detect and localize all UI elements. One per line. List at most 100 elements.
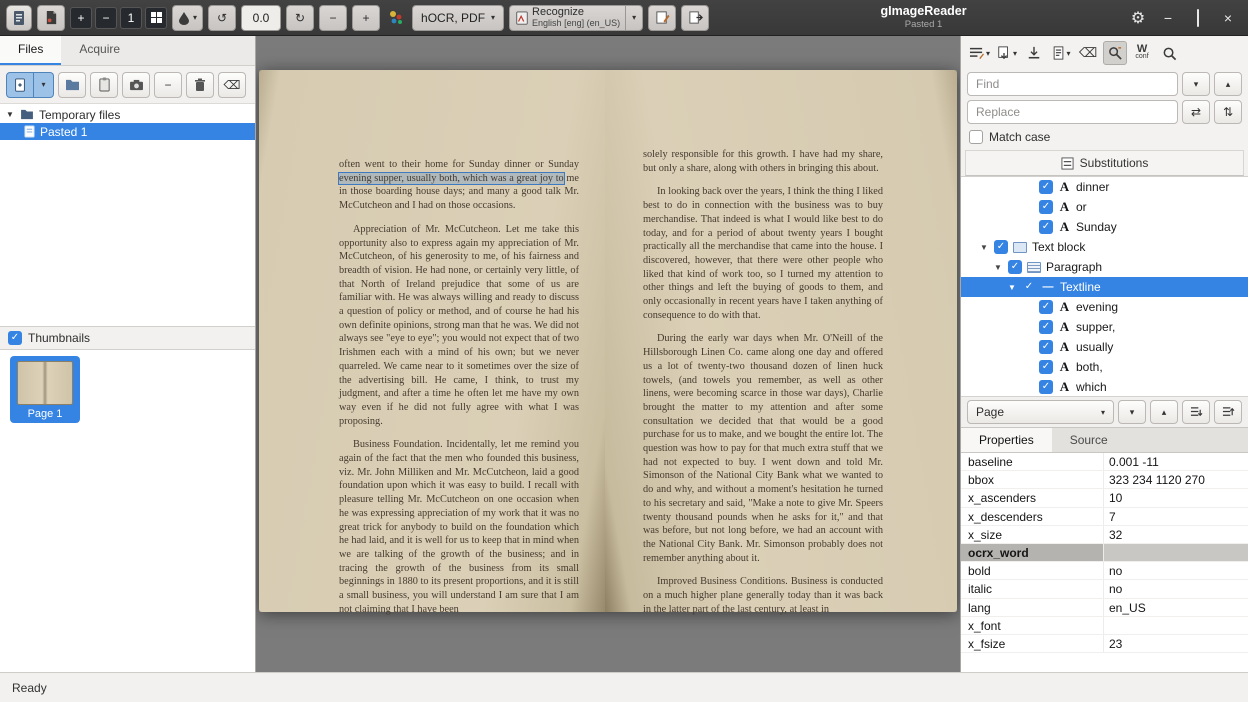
previous-item-button[interactable]: ▴ <box>1150 400 1178 424</box>
ocr-word-item[interactable]: ✓A Sunday <box>961 217 1248 237</box>
settings-gear-button[interactable]: ⚙ <box>1130 8 1146 28</box>
checkbox[interactable]: ✓ <box>1022 280 1036 294</box>
checkbox[interactable]: ✓ <box>1039 320 1053 334</box>
remove-page-button[interactable]: − <box>95 7 117 29</box>
checkbox[interactable]: ✓ <box>1039 220 1053 234</box>
show-confidence-button[interactable]: W conf <box>1130 41 1154 65</box>
paste-button[interactable] <box>90 72 118 98</box>
find-input[interactable] <box>967 72 1178 96</box>
open-output-button[interactable]: ▾ <box>1049 41 1073 65</box>
ocr-word-item[interactable]: ✓A which <box>961 377 1248 396</box>
maximize-button[interactable] <box>1190 10 1206 26</box>
match-case-checkbox[interactable] <box>969 130 983 144</box>
add-images-dropdown-button[interactable]: ▾ <box>34 72 54 98</box>
recognize-dropdown-button[interactable]: ▾ <box>625 5 643 31</box>
rotate-right-button[interactable]: ↻ <box>286 5 314 31</box>
expand-all-button[interactable] <box>1182 400 1210 424</box>
tab-source[interactable]: Source <box>1052 428 1126 452</box>
find-next-button[interactable]: ▾ <box>1182 72 1210 96</box>
recognize-button[interactable]: Recognize English [eng] (en_US) <box>509 5 625 31</box>
page-combo[interactable]: Page ▾ <box>967 400 1114 424</box>
tab-properties[interactable]: Properties <box>961 428 1052 452</box>
zoom-out-button[interactable]: − <box>319 5 347 31</box>
clear-images-button[interactable]: ⌫ <box>218 72 246 98</box>
expander-icon[interactable]: ▼ <box>1007 283 1017 292</box>
single-page-button[interactable]: 1 <box>120 7 142 29</box>
collapse-all-button[interactable] <box>1214 400 1242 424</box>
ocr-textline-item[interactable]: ▼ ✓— Textline <box>961 277 1248 297</box>
checkbox[interactable]: ✓ <box>1039 360 1053 374</box>
paragraph: Improved Business Conditions. Business i… <box>643 575 883 616</box>
find-previous-button[interactable]: ▴ <box>1214 72 1242 96</box>
output-pane-toggle-button[interactable] <box>681 5 709 31</box>
checkbox[interactable]: ✓ <box>1039 300 1053 314</box>
ocr-word-item[interactable]: ✓A evening <box>961 297 1248 317</box>
export-button[interactable]: ▾ <box>995 41 1019 65</box>
find-replace-toggle-button[interactable] <box>1103 41 1127 65</box>
ocr-paragraph-item[interactable]: ▼ ✓ Paragraph <box>961 257 1248 277</box>
property-row[interactable]: lang en_US <box>961 599 1248 617</box>
next-item-button[interactable]: ▾ <box>1118 400 1146 424</box>
open-button[interactable] <box>37 5 65 31</box>
property-row[interactable]: italic no <box>961 580 1248 598</box>
multi-page-button[interactable] <box>145 7 167 29</box>
tree-item-pasted[interactable]: Pasted 1 <box>0 123 255 140</box>
ocr-word-item[interactable]: ✓A or <box>961 197 1248 217</box>
property-row[interactable]: x_size 32 <box>961 526 1248 544</box>
checkbox[interactable]: ✓ <box>994 240 1008 254</box>
open-folder-button[interactable] <box>58 72 86 98</box>
substitutions-button[interactable]: Substitutions <box>965 150 1244 176</box>
checkbox[interactable]: ✓ <box>1039 380 1053 394</box>
checkbox[interactable]: ✓ <box>1039 340 1053 354</box>
ocr-word-item[interactable]: ✓A both, <box>961 357 1248 377</box>
zoom-in-button[interactable]: + <box>352 5 380 31</box>
image-canvas[interactable]: often went to their home for Sunday dinn… <box>256 36 960 672</box>
delete-image-button[interactable] <box>186 72 214 98</box>
tab-acquire[interactable]: Acquire <box>61 36 138 65</box>
ocr-word-item[interactable]: ✓A dinner <box>961 177 1248 197</box>
clear-output-button[interactable]: ⌫ <box>1076 41 1100 65</box>
scanned-book-image[interactable]: often went to their home for Sunday dinn… <box>259 70 957 612</box>
rotate-left-button[interactable]: ↺ <box>208 5 236 31</box>
replace-button[interactable]: ⇄ <box>1182 100 1210 124</box>
replace-input[interactable] <box>967 100 1178 124</box>
add-images-button[interactable] <box>6 72 34 98</box>
property-row[interactable]: x_fsize 23 <box>961 635 1248 653</box>
add-page-button[interactable]: + <box>70 7 92 29</box>
word-icon: A <box>1058 299 1071 315</box>
close-button[interactable]: × <box>1220 10 1236 26</box>
checkbox[interactable]: ✓ <box>1039 200 1053 214</box>
property-row[interactable]: x_font <box>961 617 1248 635</box>
expander-icon[interactable]: ▼ <box>979 243 989 252</box>
thumbnail-image <box>17 361 73 405</box>
checkbox[interactable]: ✓ <box>1008 260 1022 274</box>
minimize-button[interactable]: − <box>1160 10 1176 26</box>
ocr-word-item[interactable]: ✓A usually <box>961 337 1248 357</box>
property-row[interactable]: bold no <box>961 562 1248 580</box>
expander-icon[interactable]: ▼ <box>993 263 1003 272</box>
image-controls-button[interactable]: ▾ <box>172 5 203 31</box>
remove-image-button[interactable]: − <box>154 72 182 98</box>
selected-textline-highlight[interactable]: evening supper, usually both, which was … <box>339 173 564 184</box>
property-row[interactable]: x_ascenders 10 <box>961 489 1248 507</box>
rotation-input[interactable]: 0.0 <box>241 5 281 31</box>
property-row[interactable]: baseline 0.001 -11 <box>961 453 1248 471</box>
ocr-mode-select[interactable]: hOCR, PDF ▾ <box>412 5 504 31</box>
checkbox[interactable]: ✓ <box>1039 180 1053 194</box>
ocr-word-item[interactable]: ✓A supper, <box>961 317 1248 337</box>
insert-mode-button[interactable]: ▾ <box>967 41 992 65</box>
property-row[interactable]: bbox 323 234 1120 270 <box>961 471 1248 489</box>
ocr-block-item[interactable]: ▼ ✓ Text block <box>961 237 1248 257</box>
expander-icon[interactable]: ▼ <box>6 110 15 119</box>
save-output-button[interactable] <box>1022 41 1046 65</box>
tab-files[interactable]: Files <box>0 36 61 65</box>
file-tree: ▼ Temporary files Pasted 1 <box>0 104 255 326</box>
spellcheck-button[interactable] <box>648 5 676 31</box>
thumbnail-page-1[interactable]: Page 1 <box>10 356 80 423</box>
screenshot-button[interactable] <box>122 72 150 98</box>
replace-all-button[interactable]: ⇅ <box>1214 100 1242 124</box>
thumbnails-checkbox[interactable]: ✓ <box>8 331 22 345</box>
property-row[interactable]: x_descenders 7 <box>961 508 1248 526</box>
tree-root-temporary-files[interactable]: ▼ Temporary files <box>0 106 255 123</box>
preview-button[interactable] <box>1157 41 1181 65</box>
